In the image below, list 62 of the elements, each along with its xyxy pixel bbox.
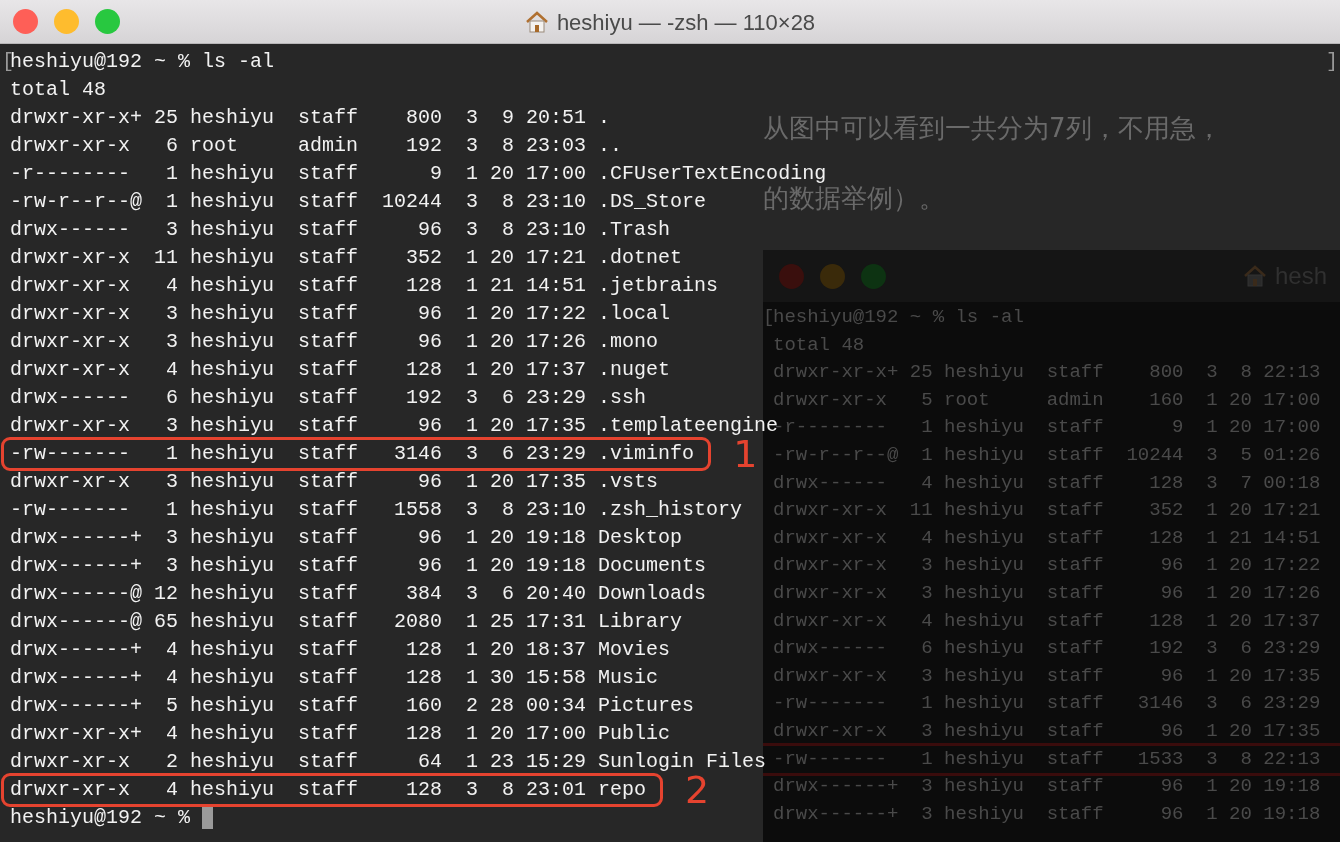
house-icon: [1243, 264, 1267, 288]
minimize-button[interactable]: [54, 9, 79, 34]
listing-line: drwxr-xr-x 3 heshiyu staff 96 1 20 17:35 .vsts: [10, 469, 659, 495]
listing-line: drwx------+ 4 heshiyu staff 128 1 30 15:58 Music: [10, 665, 659, 691]
listing-line: drwxr-xr-x 3 heshiyu staff 96 1 20 17:22 .local: [10, 301, 671, 327]
output-line: total 48: [773, 333, 865, 356]
listing-line: drwx------+ 5 heshiyu staff 160 2 28 00:34 Pictures: [10, 693, 695, 719]
background-paragraph-line: 从图中可以看到一共分为7列，不用急，: [763, 112, 1222, 145]
listing-line: drwxr-xr-x 4 heshiyu staff 128 1 20 17:37 .nuget: [10, 357, 671, 383]
listing-line: -rw-r--r--@ 1 heshiyu staff 10244 3 5 01:26: [773, 443, 1321, 466]
listing-line: drwxr-xr-x 2 heshiyu staff 64 1 23 15:29 Sunlogin Files: [10, 749, 767, 775]
text-cursor: [202, 807, 214, 829]
listing-line: drwxr-xr-x+ 25 heshiyu staff 800 3 8 22:13: [773, 361, 1321, 384]
close-button[interactable]: [779, 263, 804, 289]
listing-line: -rw-r--r--@ 1 heshiyu staff 10244 3 8 23:10 .DS_Store: [10, 189, 707, 215]
command-line: heshiyu@192 ~ % ls -al: [10, 49, 275, 75]
listing-line: drwxr-xr-x 3 heshiyu staff 96 1 20 17:26: [773, 581, 1321, 604]
listing-line: drwx------+ 3 heshiyu staff 96 1 20 19:18: [773, 775, 1321, 798]
listing-line: drwxr-xr-x 4 heshiyu staff 128 1 21 14:51: [773, 526, 1321, 549]
listing-line: drwxr-xr-x 3 heshiyu staff 96 1 20 17:35: [773, 719, 1321, 742]
listing-line: drwx------+ 3 heshiyu staff 96 1 20 19:18 Documents: [10, 553, 707, 579]
annotation-number: 1: [733, 440, 758, 468]
house-icon: [524, 10, 549, 34]
annotation-number: 2: [685, 776, 710, 804]
listing-line: drwxr-xr-x 4 heshiyu staff 128 1 20 17:37: [773, 609, 1321, 632]
listing-line: drwxr-xr-x 11 heshiyu staff 352 1 20 17:21: [773, 499, 1321, 522]
output-line: total 48: [10, 78, 106, 101]
listing-line: drwxr-xr-x 11 heshiyu staff 352 1 20 17:21 .dotnet: [10, 245, 683, 271]
line-marker: [: [763, 305, 773, 330]
listing-line: drwxr-xr-x 5 root admin 160 1 20 17:00: [773, 388, 1321, 411]
listing-line: drwx------+ 3 heshiyu staff 96 1 20 19:18: [773, 802, 1321, 825]
listing-line: drwx------+ 4 heshiyu staff 128 1 20 18:37 Movies: [10, 637, 671, 663]
listing-line: drwx------ 6 heshiyu staff 192 3 6 23:29 .ssh: [10, 385, 647, 411]
command-line: heshiyu@192 ~ %: [10, 805, 192, 831]
listing-line: drwxr-xr-x+ 25 heshiyu staff 800 3 9 20:51 .: [10, 105, 611, 131]
listing-line: drwx------ 6 heshiyu staff 192 3 6 23:29: [773, 637, 1321, 660]
listing-line: -rw------- 1 heshiyu staff 3146 3 6 23:29 .viminfo: [1, 437, 712, 471]
line-marker: ]: [1326, 49, 1338, 75]
listing-line: drwx------+ 3 heshiyu staff 96 1 20 19:18 Desktop: [10, 525, 683, 551]
window-title: heshiyu — -zsh — 110×28: [556, 8, 816, 37]
listing-line: drwx------@ 12 heshiyu staff 384 3 6 20:40 Downloads: [10, 581, 707, 607]
listing-line: drwx------ 3 heshiyu staff 96 3 8 23:10 .Trash: [10, 217, 671, 243]
listing-line: drwxr-xr-x+ 4 heshiyu staff 128 1 20 17:00 Public: [10, 721, 671, 747]
minimize-button[interactable]: [820, 263, 845, 289]
listing-line: -rw------- 1 heshiyu staff 1533 3 8 22:13: [773, 747, 1321, 770]
zoom-button[interactable]: [861, 263, 886, 289]
listing-line: drwxr-xr-x 3 heshiyu staff 96 1 20 17:26 .mono: [10, 329, 659, 355]
background-paragraph-line: 的数据举例）。: [763, 183, 946, 215]
listing-line: drwx------@ 65 heshiyu staff 2080 1 25 17:31 Library: [10, 609, 683, 635]
zoom-button[interactable]: [95, 9, 120, 34]
line-marker: [: [2, 49, 10, 75]
listing-line: drwxr-xr-x 4 heshiyu staff 128 3 8 23:01 repo: [1, 773, 664, 807]
listing-line: drwxr-xr-x 4 heshiyu staff 128 1 21 14:51 .jetbrains: [10, 273, 719, 299]
command-line: heshiyu@192 ~ % ls -al: [773, 305, 1024, 330]
listing-line: drwxr-xr-x 6 root admin 192 3 8 23:03 ..: [10, 133, 623, 159]
close-button[interactable]: [13, 9, 38, 34]
listing-line: drwxr-xr-x 3 heshiyu staff 96 1 20 17:22: [773, 554, 1321, 577]
listing-line: -r-------- 1 heshiyu staff 9 1 20 17:00 .CFUserTextEncoding: [10, 161, 827, 186]
listing-line: -rw------- 1 heshiyu staff 1558 3 8 23:10 .zsh_history: [10, 497, 743, 523]
listing-line: drwx------ 4 heshiyu staff 128 3 7 00:18: [773, 471, 1321, 494]
listing-line: drwxr-xr-x 3 heshiyu staff 96 1 20 17:35: [773, 664, 1321, 687]
listing-line: -rw------- 1 heshiyu staff 3146 3 6 23:29: [773, 692, 1321, 715]
